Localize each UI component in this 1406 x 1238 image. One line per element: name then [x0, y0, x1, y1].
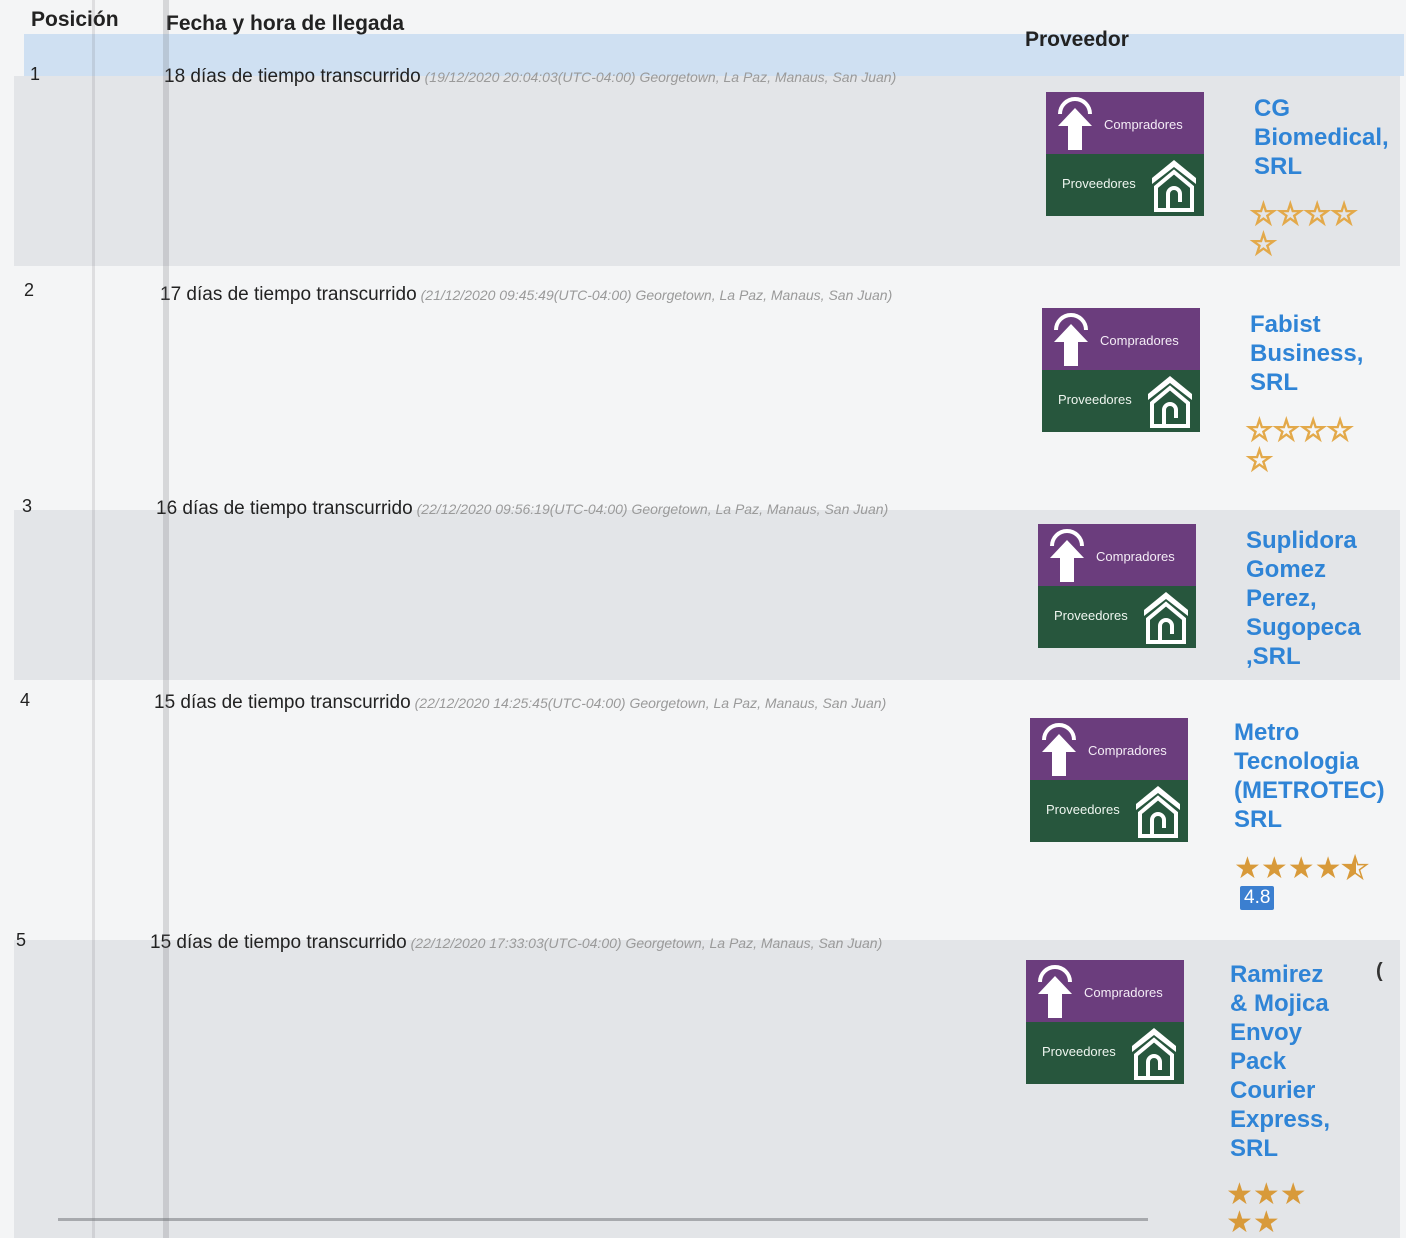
logo-label-proveedores: Proveedores	[1062, 176, 1136, 191]
logo-label-proveedores: Proveedores	[1058, 392, 1132, 407]
bids-page: Posición Fecha y hora de llegada Proveed…	[0, 0, 1406, 1238]
elapsed-time: 16 días de tiempo transcurrido	[156, 498, 413, 519]
rating-stars-extra: ☆	[1245, 444, 1273, 477]
house-icon	[1148, 376, 1192, 428]
table-row: 5 15 días de tiempo transcurrido (22/12/2…	[14, 930, 1400, 1238]
elapsed-time: 15 días de tiempo transcurrido	[150, 932, 407, 953]
provider-name-link[interactable]: Ramirez & Mojica Envoy Pack Courier Expr…	[1230, 960, 1330, 1163]
provider-name-link[interactable]: Metro Tecnologia (METROTEC) SRL	[1234, 718, 1385, 834]
guide-line	[163, 0, 169, 1238]
header-fecha[interactable]: Fecha y hora de llegada	[166, 12, 404, 36]
logo-label-compradores: Compradores	[1084, 985, 1163, 1000]
logo-label-proveedores: Proveedores	[1046, 802, 1120, 817]
table-row: 4 15 días de tiempo transcurrido (22/12/2…	[14, 690, 1400, 932]
logo-label-compradores: Compradores	[1104, 117, 1183, 132]
row-arrival: 18 días de tiempo transcurrido (19/12/202…	[164, 66, 896, 88]
row-arrival: 17 días de tiempo transcurrido (21/12/202…	[160, 284, 892, 306]
provider-name-link[interactable]: CG Biomedical, SRL	[1254, 94, 1389, 181]
rating-stars: ★★★★★ ★	[1234, 852, 1369, 885]
bottom-divider	[58, 1218, 1148, 1221]
provider-name-link[interactable]: Suplidora Gomez Perez, Sugopeca ,SRL	[1246, 526, 1361, 671]
table-row: 2 17 días de tiempo transcurrido (21/12/2…	[14, 280, 1400, 500]
elapsed-time: 17 días de tiempo transcurrido	[160, 284, 417, 305]
stray-character: (	[1376, 960, 1383, 982]
house-icon	[1136, 786, 1180, 838]
rating-stars-extra: ☆	[1249, 228, 1277, 261]
row-arrival: 15 días de tiempo transcurrido (22/12/202…	[150, 932, 882, 954]
logo-label-proveedores: Proveedores	[1054, 608, 1128, 623]
house-icon	[1132, 1028, 1176, 1080]
header-posicion[interactable]: Posición	[31, 8, 119, 32]
arrow-up-icon	[1054, 313, 1088, 366]
half-star-icon: ★ ★	[1341, 852, 1369, 885]
arrow-up-icon	[1038, 965, 1072, 1018]
table-header: Posición Fecha y hora de llegada Proveed…	[24, 0, 1404, 76]
arrival-datetime: (22/12/2020 09:56:19(UTC-04:00) Georgeto…	[416, 501, 889, 517]
arrow-up-icon	[1058, 97, 1092, 150]
arrow-up-icon	[1042, 723, 1076, 776]
provider-logo[interactable]: Compradores Proveedores	[1030, 718, 1188, 842]
provider-logo[interactable]: Compradores Proveedores	[1026, 960, 1184, 1084]
row-position: 3	[22, 496, 33, 516]
guide-line	[92, 0, 95, 1238]
arrival-datetime: (22/12/2020 14:25:45(UTC-04:00) Georgeto…	[414, 695, 887, 711]
provider-logo[interactable]: Compradores Proveedores	[1046, 92, 1204, 216]
row-arrival: 16 días de tiempo transcurrido (22/12/202…	[156, 498, 888, 520]
row-position: 5	[16, 930, 27, 950]
rating-value-badge: 4.8	[1240, 886, 1275, 910]
arrow-up-icon	[1050, 529, 1084, 582]
provider-logo[interactable]: Compradores Proveedores	[1042, 308, 1200, 432]
elapsed-time: 18 días de tiempo transcurrido	[164, 66, 421, 87]
row-position: 4	[20, 690, 31, 710]
row-position: 2	[24, 280, 35, 300]
house-icon	[1144, 592, 1188, 644]
row-arrival: 15 días de tiempo transcurrido (22/12/202…	[154, 692, 886, 714]
house-icon	[1152, 160, 1196, 212]
logo-label-compradores: Compradores	[1100, 333, 1179, 348]
table-row: 1 18 días de tiempo transcurrido (19/12/2…	[14, 64, 1400, 266]
arrival-datetime: (21/12/2020 09:45:49(UTC-04:00) Georgeto…	[420, 287, 893, 303]
provider-logo[interactable]: Compradores Proveedores	[1038, 524, 1196, 648]
table-row: 3 16 días de tiempo transcurrido (22/12/2…	[14, 496, 1400, 680]
logo-label-proveedores: Proveedores	[1042, 1044, 1116, 1059]
rating-stars-extra: ★★	[1226, 1206, 1280, 1238]
rating-stars: ☆☆☆☆	[1245, 414, 1354, 447]
row-position: 1	[30, 64, 41, 84]
elapsed-time: 15 días de tiempo transcurrido	[154, 692, 411, 713]
logo-label-compradores: Compradores	[1088, 743, 1167, 758]
arrival-datetime: (22/12/2020 17:33:03(UTC-04:00) Georgeto…	[410, 935, 883, 951]
provider-name-link[interactable]: Fabist Business, SRL	[1250, 310, 1363, 397]
logo-label-compradores: Compradores	[1096, 549, 1175, 564]
arrival-datetime: (19/12/2020 20:04:03(UTC-04:00) Georgeto…	[424, 69, 897, 85]
rating-stars: ☆☆☆☆	[1249, 198, 1358, 231]
header-proveedor[interactable]: Proveedor	[1025, 28, 1129, 52]
